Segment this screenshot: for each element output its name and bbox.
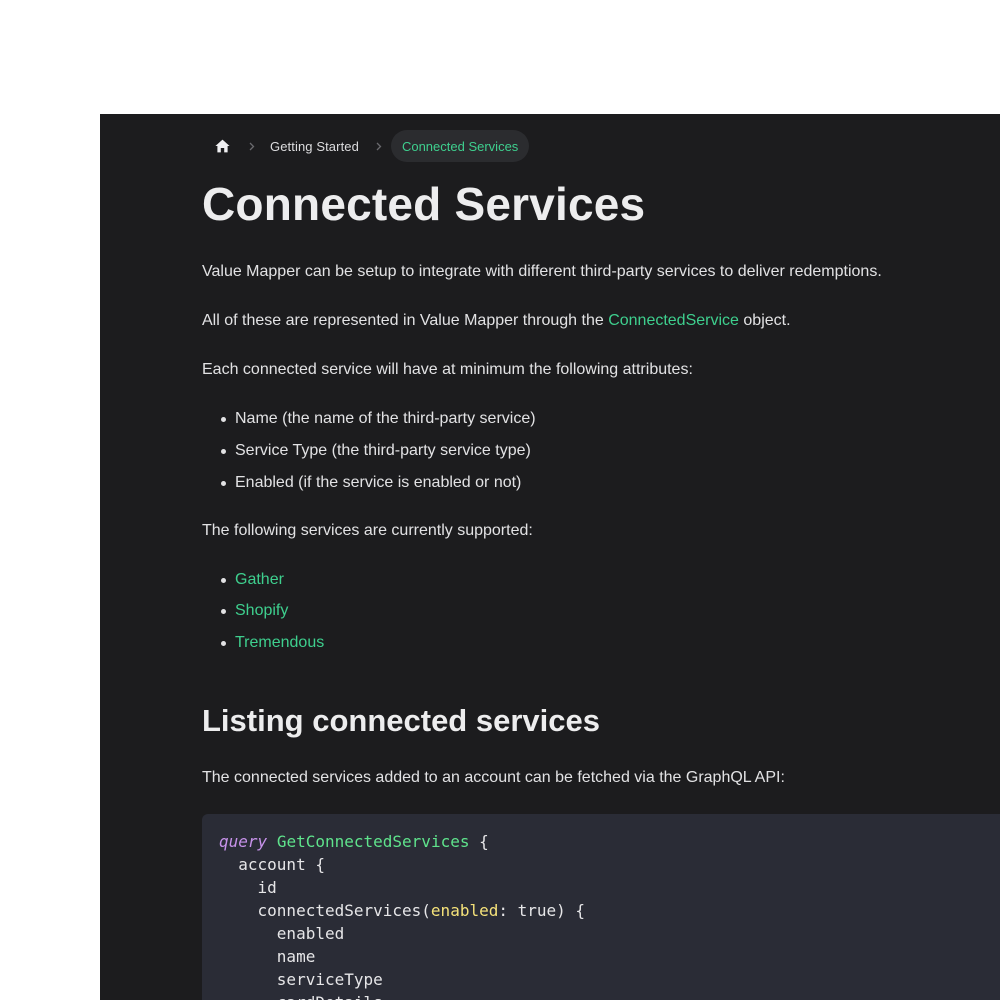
section-title: Listing connected services bbox=[202, 703, 600, 738]
list-item: Gather bbox=[219, 569, 1000, 591]
code-line: serviceType bbox=[219, 970, 383, 989]
docs-page: Getting Started Connected Services Conne… bbox=[100, 114, 1000, 1000]
code-line: account { bbox=[219, 855, 325, 874]
chevron-right-icon bbox=[249, 142, 255, 150]
article: Getting Started Connected Services Conne… bbox=[202, 130, 1000, 789]
code-argument: enabled bbox=[430, 901, 499, 920]
list-item: Name (the name of the third-party servic… bbox=[219, 408, 1000, 430]
service-link-gather[interactable]: Gather bbox=[235, 571, 284, 588]
code-line: query GetConnectedServices { bbox=[219, 831, 489, 853]
code-line: enabled bbox=[219, 924, 345, 943]
breadcrumb-current-page[interactable]: Connected Services bbox=[390, 130, 530, 162]
breadcrumb: Getting Started Connected Services bbox=[202, 130, 1000, 162]
code-keyword: query bbox=[219, 832, 268, 851]
code-text: : true) { bbox=[498, 901, 586, 920]
code-line: connectedServices(enabled: true) { bbox=[219, 900, 586, 922]
represented-prefix: All of these are represented in Value Ma… bbox=[202, 312, 604, 329]
breadcrumb-getting-started[interactable]: Getting Started bbox=[270, 139, 359, 154]
code-line: id bbox=[219, 878, 277, 897]
code-text: { bbox=[469, 832, 489, 851]
page-title: Connected Services bbox=[202, 178, 646, 230]
code-block[interactable]: query GetConnectedServices { account { i… bbox=[202, 814, 1000, 1000]
supported-intro: The following services are currently sup… bbox=[202, 522, 533, 539]
code-text: connectedServices( bbox=[219, 901, 431, 920]
home-icon bbox=[214, 139, 230, 153]
breadcrumb-separator bbox=[247, 142, 257, 151]
code-line: cardDetails bbox=[219, 992, 383, 1000]
breadcrumb-separator bbox=[374, 142, 384, 151]
represented-paragraph: All of these are represented in Value Ma… bbox=[202, 310, 1000, 332]
represented-suffix: object. bbox=[743, 312, 791, 329]
chevron-right-icon bbox=[376, 142, 382, 150]
service-link-shopify[interactable]: Shopify bbox=[235, 602, 288, 619]
code-line: name bbox=[219, 947, 316, 966]
attributes-list: Name (the name of the third-party servic… bbox=[202, 408, 1000, 494]
list-item: Service Type (the third-party service ty… bbox=[219, 440, 1000, 462]
intro-paragraph: Value Mapper can be setup to integrate w… bbox=[202, 263, 882, 280]
list-item: Enabled (if the service is enabled or no… bbox=[219, 472, 1000, 494]
section-description: The connected services added to an accou… bbox=[202, 769, 785, 786]
service-link-tremendous[interactable]: Tremendous bbox=[235, 634, 324, 651]
supported-services-list: Gather Shopify Tremendous bbox=[202, 569, 1000, 654]
code-operation-name: GetConnectedServices bbox=[276, 832, 470, 851]
connected-service-link[interactable]: ConnectedService bbox=[608, 312, 739, 329]
attributes-intro: Each connected service will have at mini… bbox=[202, 361, 693, 378]
breadcrumb-home[interactable] bbox=[212, 136, 232, 156]
list-item: Tremendous bbox=[219, 632, 1000, 654]
list-item: Shopify bbox=[219, 600, 1000, 622]
